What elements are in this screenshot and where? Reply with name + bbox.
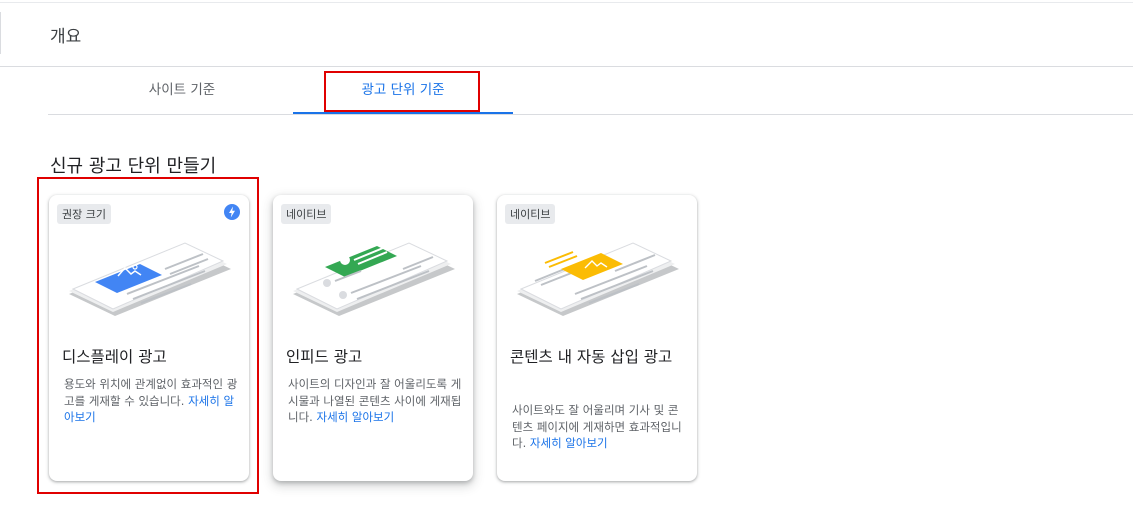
infeed-ad-illustration-icon (293, 242, 455, 316)
card-badge: 네이티브 (505, 204, 556, 224)
left-border (0, 12, 1, 54)
learn-more-link[interactable]: 자세히 알아보기 (530, 436, 608, 450)
page-title: 개요 (50, 27, 82, 47)
card-title: 콘텐츠 내 자동 삽입 광고 (510, 348, 673, 366)
tab-by-site[interactable]: 사이트 기준 (72, 67, 292, 114)
learn-more-link[interactable]: 자세히 알아보기 (316, 410, 394, 424)
top-divider (0, 2, 1133, 3)
highlight-box-card (37, 177, 259, 494)
card-description: 사이트의 디자인과 잘 어울리도록 게시물과 나열된 콘텐츠 사이에 게재됩니다… (288, 376, 463, 426)
card-in-article-ad[interactable]: 네이티브 콘텐츠 내 자동 삽입 광고 사이트와도 잘 어울리며 기사 및 콘텐… (497, 195, 697, 481)
card-title: 인피드 광고 (286, 348, 363, 366)
card-infeed-ad[interactable]: 네이티브 인피드 광고 사이트의 디자인과 잘 어울리도록 게시물과 나열된 콘… (273, 195, 473, 481)
tab-bar: 사이트 기준 광고 단위 기준 (48, 67, 1133, 115)
section-title: 신규 광고 단위 만들기 (50, 156, 217, 177)
card-badge: 네이티브 (281, 204, 332, 224)
highlight-box-tab (324, 71, 480, 112)
in-article-ad-illustration-icon (517, 242, 679, 316)
tab-bar-divider (48, 114, 1133, 115)
card-description: 사이트와도 잘 어울리며 기사 및 콘텐츠 페이지에 게재하면 효과적입니다. … (512, 402, 687, 452)
